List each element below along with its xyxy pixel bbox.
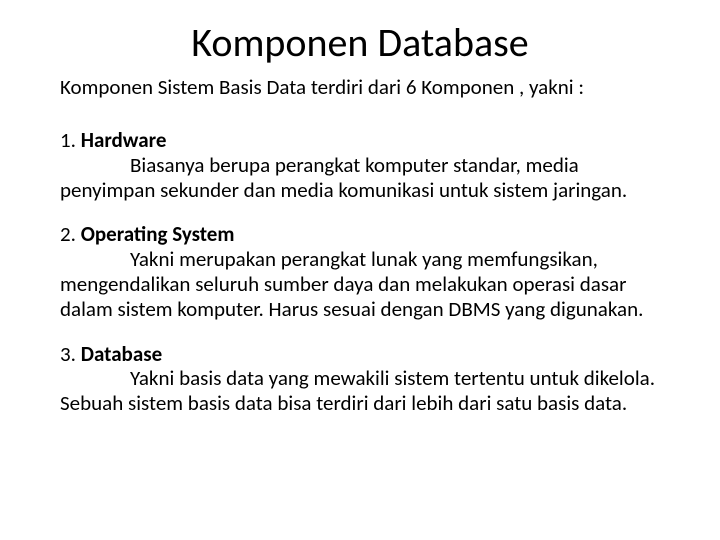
item-name: Hardware (81, 127, 167, 153)
item-description: Yakni merupakan perangkat lunak yang mem… (60, 247, 660, 321)
slide-content: Komponen Database Komponen Sistem Basis … (0, 0, 720, 456)
list-item: 1. Hardware Biasanya berupa perangkat ko… (60, 128, 660, 202)
item-desc-text: Biasanya berupa perangkat komputer stand… (60, 152, 627, 203)
item-number: 3. (60, 341, 81, 367)
item-number: 2. (60, 221, 81, 247)
intro-text: Komponen Sistem Basis Data terdiri dari … (60, 75, 660, 100)
slide-title: Komponen Database (60, 18, 660, 67)
item-name: Operating System (81, 221, 235, 247)
item-name: Database (81, 341, 162, 367)
item-desc-text: Yakni merupakan perangkat lunak yang mem… (60, 246, 643, 322)
list-item: 3. Database Yakni basis data yang mewaki… (60, 342, 660, 416)
list-item: 2. Operating System Yakni merupakan pera… (60, 222, 660, 321)
item-desc-text: Yakni basis data yang mewakili sistem te… (60, 365, 655, 416)
item-description: Biasanya berupa perangkat komputer stand… (60, 153, 660, 203)
item-number: 1. (60, 127, 81, 153)
item-description: Yakni basis data yang mewakili sistem te… (60, 366, 660, 416)
